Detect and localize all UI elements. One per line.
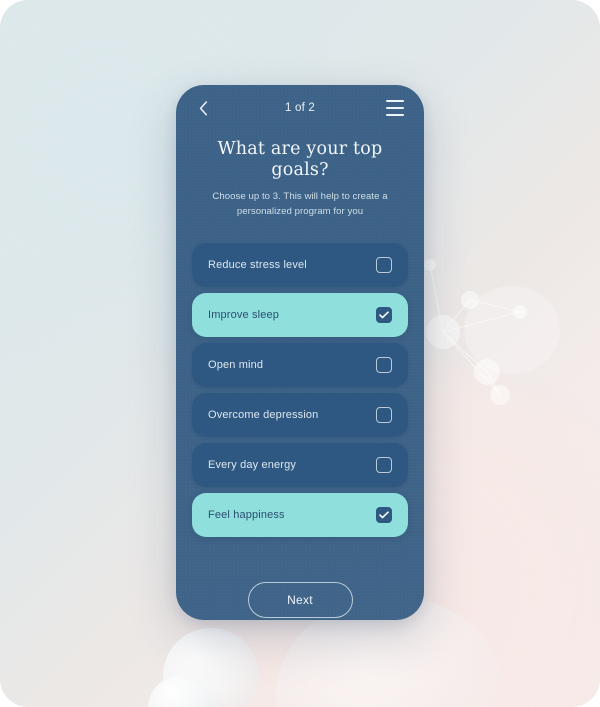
hamburger-menu-button[interactable] [386, 100, 408, 116]
back-button[interactable] [192, 97, 214, 119]
phone-screen-card: 1 of 2 What are your top goals? Choose u… [176, 85, 424, 620]
checkbox-unchecked[interactable] [376, 256, 392, 273]
next-button[interactable]: Next [247, 581, 353, 618]
goal-option-row[interactable]: Reduce stress level [192, 242, 408, 287]
app-root: 1 of 2 What are your top goals? Choose u… [0, 0, 600, 707]
heading-block: What are your top goals? Choose up to 3.… [176, 131, 424, 220]
goal-option-label: Every day energy [208, 458, 296, 471]
checkbox-unchecked[interactable] [376, 406, 392, 423]
hamburger-line [386, 100, 404, 102]
goal-option-row[interactable]: Improve sleep [192, 292, 408, 337]
hamburger-line [386, 114, 404, 116]
goal-option-label: Improve sleep [208, 308, 280, 321]
checkbox-unchecked[interactable] [376, 456, 392, 473]
page-subtitle: Choose up to 3. This will help to create… [212, 191, 388, 217]
goal-option-row[interactable]: Overcome depression [192, 392, 408, 437]
chevron-left-icon [199, 100, 207, 115]
footer-actions: Next [176, 581, 424, 618]
goal-option-row[interactable]: Open mind [192, 342, 408, 387]
checkbox-unchecked[interactable] [376, 356, 392, 373]
hamburger-line [386, 107, 404, 109]
goal-option-label: Feel happiness [208, 508, 285, 521]
page-title: What are your top goals? [217, 139, 383, 180]
goal-option-label: Reduce stress level [208, 258, 307, 271]
goal-options-list: Reduce stress level Improve sleep Open min… [176, 242, 424, 537]
top-bar: 1 of 2 [176, 85, 424, 131]
goal-option-row[interactable]: Feel happiness [192, 492, 408, 537]
goal-option-label: Open mind [208, 358, 264, 371]
checkmark-icon [379, 511, 389, 519]
checkmark-icon [379, 311, 389, 319]
goal-option-label: Overcome depression [208, 408, 319, 421]
goal-option-row[interactable]: Every day energy [192, 442, 408, 487]
checkbox-checked[interactable] [376, 306, 392, 323]
checkbox-checked[interactable] [376, 506, 392, 523]
